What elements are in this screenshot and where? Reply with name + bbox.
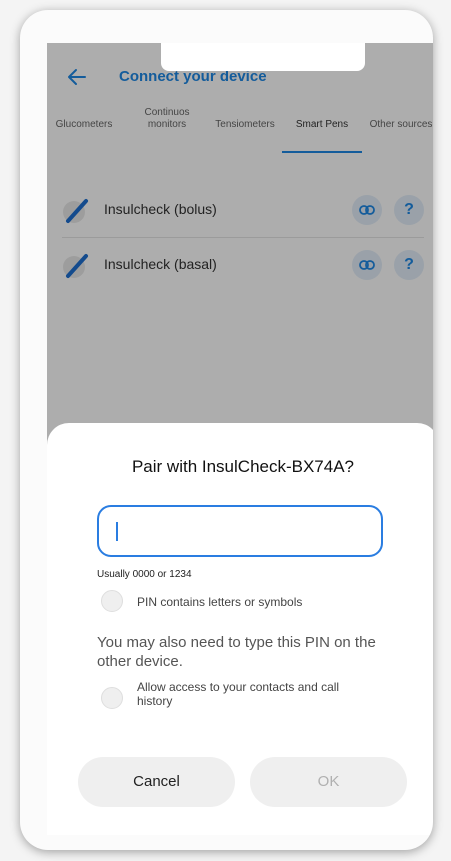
text-caret <box>116 522 118 541</box>
screen: Connect your device Glucometers Continuo… <box>47 43 433 835</box>
ok-button[interactable]: OK <box>250 757 407 807</box>
dialog-title: Pair with InsulCheck-BX74A? <box>131 457 355 476</box>
pin-letters-checkbox[interactable] <box>101 590 123 612</box>
contacts-access-checkbox[interactable] <box>101 687 123 709</box>
notch <box>161 43 365 71</box>
pin-input[interactable] <box>97 505 383 557</box>
phone-frame: Connect your device Glucometers Continuo… <box>20 10 433 850</box>
pairing-dialog: Pair with InsulCheck-BX74A? Usually 0000… <box>47 423 433 835</box>
contacts-access-label: Allow access to your contacts and call h… <box>137 680 340 708</box>
pin-note: You may also need to type this PIN on th… <box>97 634 376 670</box>
pin-letters-label: PIN contains letters or symbols <box>137 595 303 609</box>
pin-hint: Usually 0000 or 1234 <box>97 569 192 580</box>
cancel-button[interactable]: Cancel <box>78 757 235 807</box>
